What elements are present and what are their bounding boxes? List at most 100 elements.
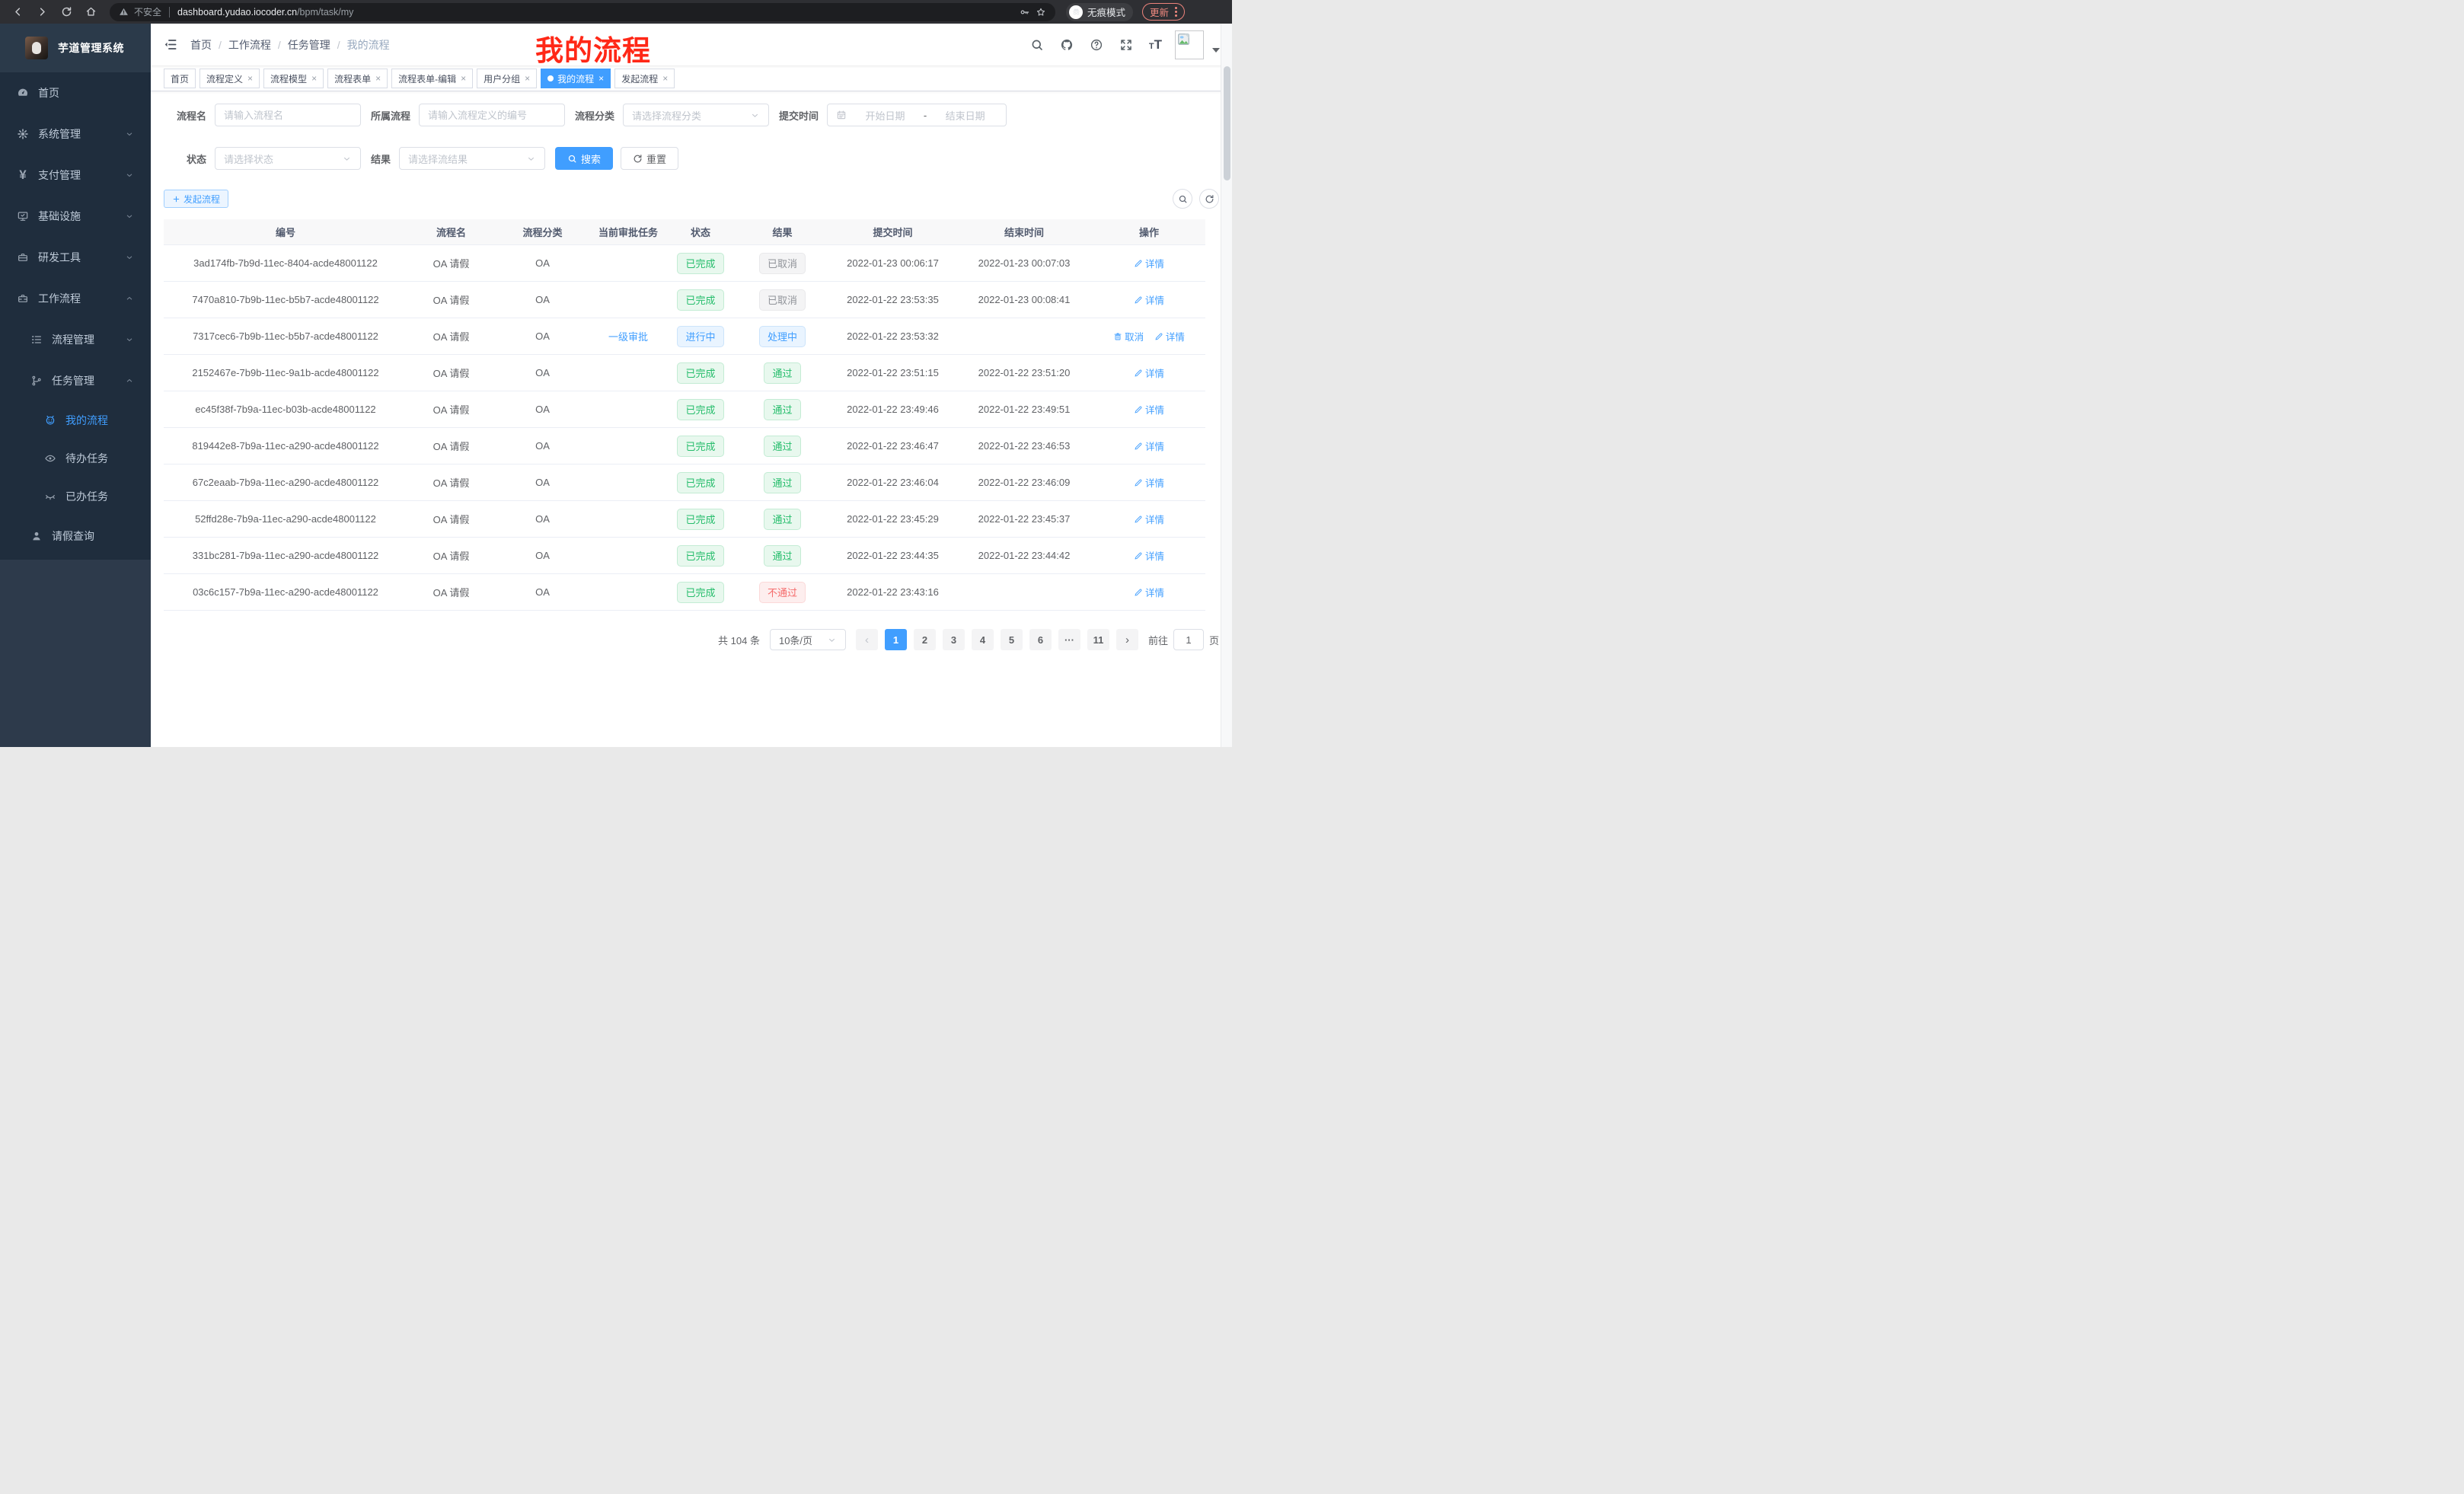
sidebar-item-workflow[interactable]: 工作流程 — [0, 278, 151, 319]
reset-button[interactable]: 重置 — [621, 147, 678, 170]
help-icon[interactable] — [1090, 38, 1103, 52]
next-page-button[interactable]: › — [1116, 629, 1138, 650]
tab-user-group[interactable]: 用户分组× — [477, 69, 537, 88]
table-row: 2152467e-7b9b-11ec-9a1b-acde48001122 OA … — [164, 355, 1205, 391]
detail-link[interactable]: 详情 — [1134, 548, 1164, 563]
current-task-link[interactable]: 一级审批 — [608, 331, 648, 343]
browser-reload-button[interactable] — [56, 2, 76, 22]
result-select[interactable]: 请选择流结果 — [399, 147, 545, 170]
browser-update-button[interactable]: 更新 — [1142, 3, 1185, 21]
close-icon[interactable]: × — [662, 73, 668, 84]
avatar[interactable] — [1175, 30, 1204, 59]
close-icon[interactable]: × — [598, 73, 604, 84]
sidebar-item-task-mgmt[interactable]: 任务管理 — [0, 360, 151, 401]
process-name-label: 流程名 — [164, 108, 206, 123]
sidebar-item-todo-tasks[interactable]: 待办任务 — [0, 439, 151, 477]
tab-start-process[interactable]: 发起流程× — [614, 69, 675, 88]
page-button-11[interactable]: 11 — [1087, 629, 1109, 650]
process-definition-input[interactable] — [419, 104, 565, 126]
font-size-icon[interactable]: TT — [1149, 38, 1162, 51]
avatar-caret-icon[interactable] — [1212, 48, 1220, 53]
address-bar[interactable]: 不安全 dashboard.yudao.iocoder.cn/bpm/task/… — [110, 3, 1055, 21]
sidebar-item-leave-query[interactable]: 请假查询 — [0, 516, 151, 557]
password-key-icon[interactable] — [1020, 7, 1030, 18]
detail-link[interactable]: 详情 — [1134, 475, 1164, 490]
sidebar-item-home[interactable]: 首页 — [0, 72, 151, 113]
result-label: 结果 — [371, 152, 391, 166]
detail-link[interactable]: 详情 — [1134, 402, 1164, 417]
close-icon[interactable]: × — [311, 73, 317, 84]
more-pages-button[interactable]: ··· — [1058, 629, 1080, 650]
browser-forward-button[interactable] — [32, 2, 52, 22]
sidebar-fold-icon[interactable] — [163, 37, 177, 52]
sidebar-item-system[interactable]: 系统管理 — [0, 113, 151, 155]
submit-time: 2022-01-22 23:44:35 — [830, 550, 956, 561]
sidebar-item-process-mgmt[interactable]: 流程管理 — [0, 319, 151, 360]
page-scrollbar[interactable] — [1221, 24, 1232, 747]
page-size-select[interactable]: 10条/页 — [770, 629, 846, 650]
detail-link[interactable]: 详情 — [1134, 439, 1164, 453]
tab-process-definition[interactable]: 流程定义× — [199, 69, 260, 88]
page-button-6[interactable]: 6 — [1029, 629, 1052, 650]
process-category-select[interactable]: 请选择流程分类 — [623, 104, 769, 126]
prev-page-button[interactable]: ‹ — [856, 629, 878, 650]
browser-back-button[interactable] — [8, 2, 27, 22]
tab-process-form-edit[interactable]: 流程表单-编辑× — [391, 69, 473, 88]
fullscreen-icon[interactable] — [1119, 38, 1133, 52]
sidebar-item-my-process[interactable]: 我的流程 — [0, 401, 151, 439]
close-icon[interactable]: × — [525, 73, 530, 84]
tab-process-form[interactable]: 流程表单× — [327, 69, 388, 88]
goto-page-input[interactable] — [1173, 629, 1204, 650]
process-name-input[interactable] — [215, 104, 361, 126]
page-button-1[interactable]: 1 — [885, 629, 907, 650]
sidebar-item-payment[interactable]: ¥ 支付管理 — [0, 155, 151, 196]
page-button-5[interactable]: 5 — [1001, 629, 1023, 650]
sidebar-item-done-tasks[interactable]: 已办任务 — [0, 477, 151, 516]
github-icon[interactable] — [1060, 38, 1074, 52]
total-count: 共 104 条 — [718, 633, 760, 647]
close-icon[interactable]: × — [461, 73, 466, 84]
end-time: 2022-01-22 23:51:20 — [956, 367, 1093, 378]
close-icon[interactable]: × — [247, 73, 253, 84]
start-process-button[interactable]: 发起流程 — [164, 190, 228, 208]
process-name: OA 请假 — [407, 366, 495, 380]
tab-process-model[interactable]: 流程模型× — [263, 69, 324, 88]
breadcrumb-home[interactable]: 首页 — [190, 37, 212, 53]
tab-my-process[interactable]: 我的流程× — [541, 69, 611, 88]
show-search-toggle-button[interactable] — [1173, 189, 1192, 209]
detail-link[interactable]: 详情 — [1134, 512, 1164, 526]
browser-home-button[interactable] — [81, 2, 101, 22]
browser-menu-icon[interactable] — [1175, 7, 1177, 17]
process-name: OA 请假 — [407, 548, 495, 563]
sidebar-item-dev-tools[interactable]: 研发工具 — [0, 237, 151, 278]
search-icon[interactable] — [1030, 38, 1044, 52]
breadcrumb-workflow[interactable]: 工作流程 — [228, 37, 271, 53]
tab-home[interactable]: 首页 — [164, 69, 196, 88]
table-row: 7317cec6-7b9b-11ec-b5b7-acde48001122 OA … — [164, 318, 1205, 355]
detail-link[interactable]: 详情 — [1154, 329, 1185, 343]
robot-icon — [44, 414, 56, 426]
bookmark-star-icon[interactable] — [1036, 7, 1046, 18]
page-button-4[interactable]: 4 — [972, 629, 994, 650]
sidebar-item-infrastructure[interactable]: 基础设施 — [0, 196, 151, 237]
detail-link[interactable]: 详情 — [1134, 366, 1164, 380]
close-icon[interactable]: × — [375, 73, 381, 84]
pagination: 共 104 条 10条/页 ‹ 1 2 3 4 5 6 ··· 11 › — [164, 629, 1219, 650]
scrollbar-thumb[interactable] — [1224, 66, 1230, 180]
page-button-3[interactable]: 3 — [943, 629, 965, 650]
edit-icon — [1154, 332, 1163, 341]
breadcrumb-task-mgmt[interactable]: 任务管理 — [288, 37, 330, 53]
app-logo-row[interactable]: 芋道管理系统 — [0, 24, 151, 72]
process-category: OA — [495, 586, 590, 598]
submit-time-range-picker[interactable]: 开始日期 - 结束日期 — [827, 104, 1007, 126]
cancel-link[interactable]: 取消 — [1113, 329, 1144, 343]
refresh-table-button[interactable] — [1199, 189, 1219, 209]
search-button[interactable]: 搜索 — [555, 147, 613, 170]
status-select[interactable]: 请选择状态 — [215, 147, 361, 170]
page-button-2[interactable]: 2 — [914, 629, 936, 650]
result-badge: 处理中 — [759, 326, 806, 347]
detail-link[interactable]: 详情 — [1134, 585, 1164, 599]
detail-link[interactable]: 详情 — [1134, 256, 1164, 270]
detail-link[interactable]: 详情 — [1134, 292, 1164, 307]
status-badge: 已完成 — [677, 545, 723, 567]
